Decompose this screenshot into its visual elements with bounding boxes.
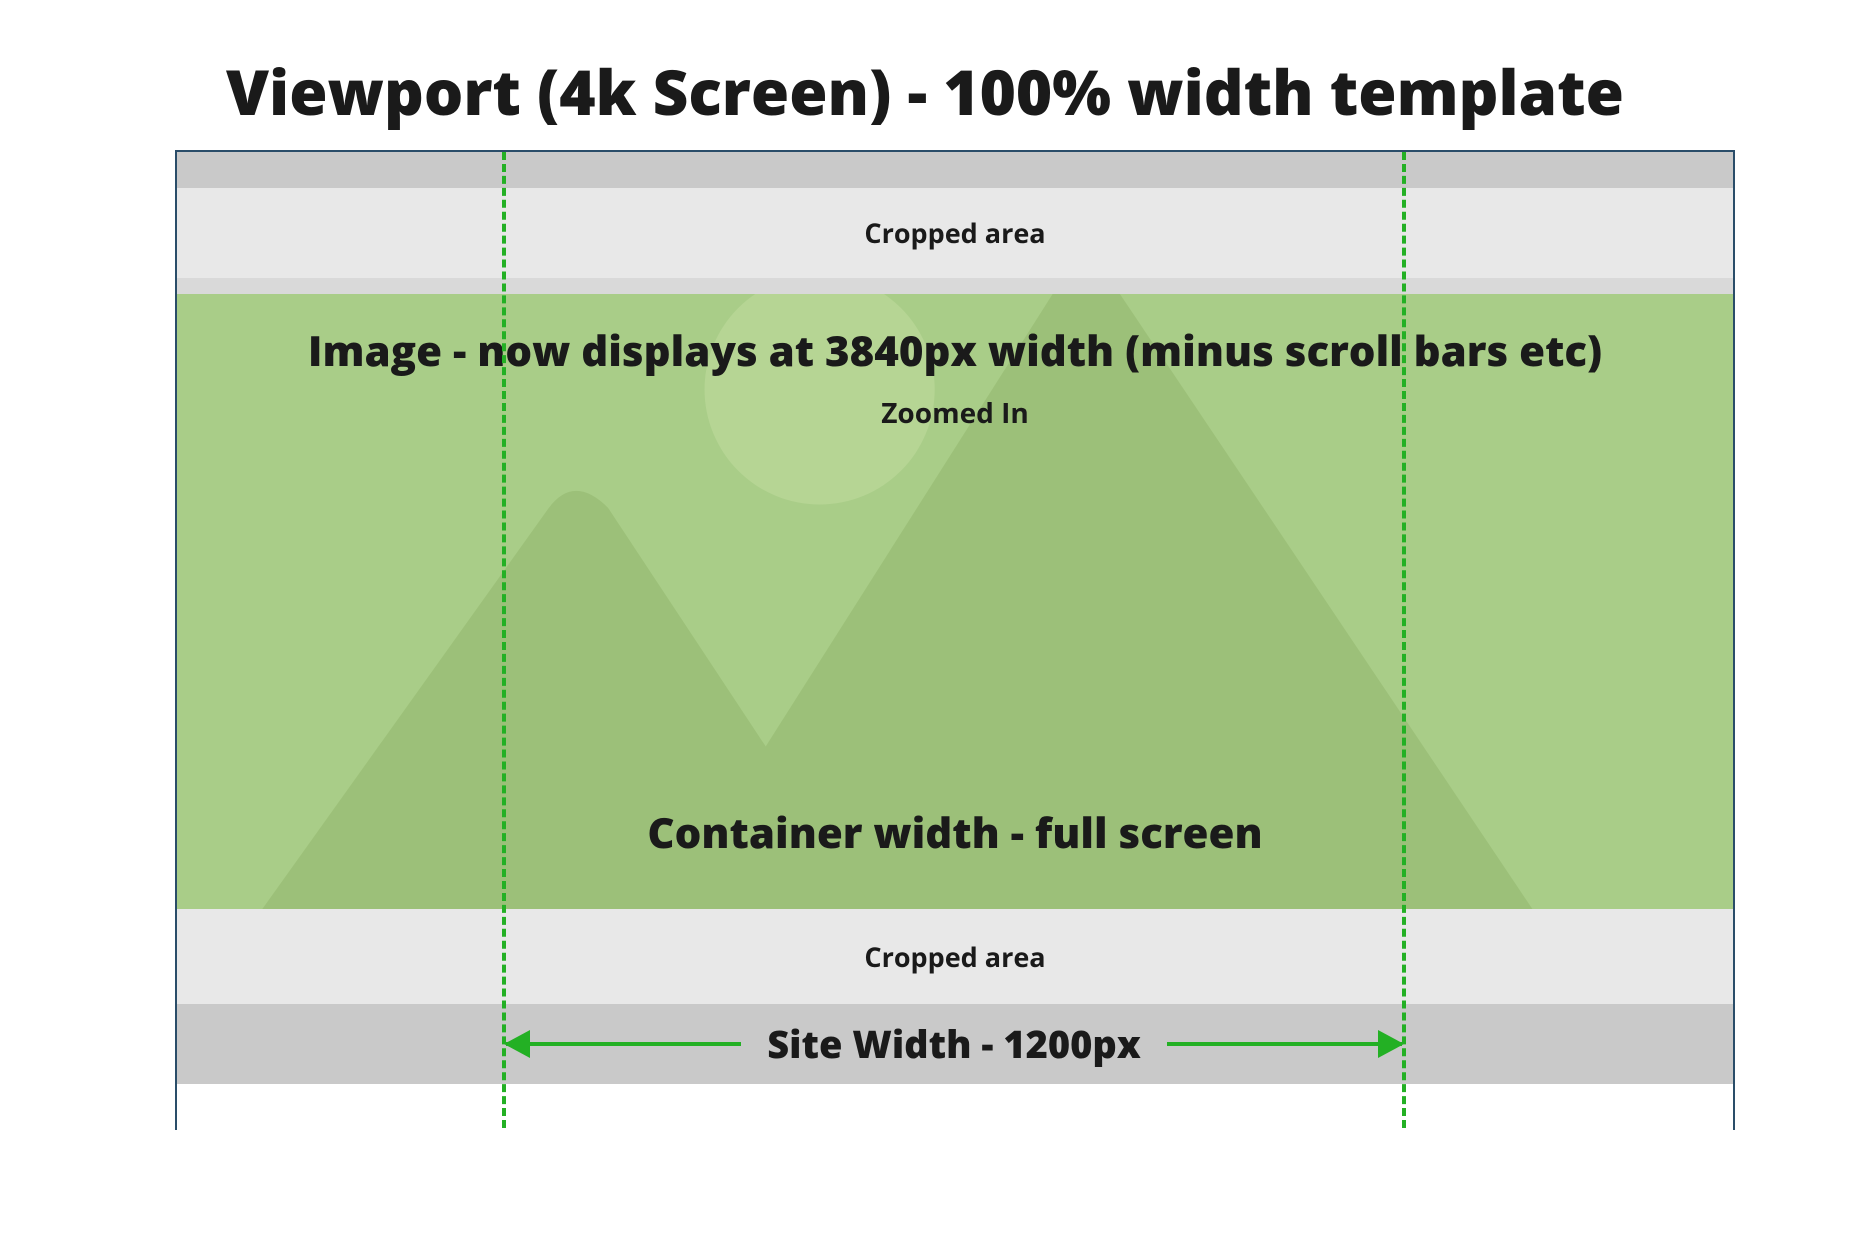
- band-bottom-white: [177, 1084, 1733, 1132]
- band-cropped-bottom: Cropped area: [177, 909, 1733, 1004]
- band-cropped-top: Cropped area: [177, 188, 1733, 278]
- site-width-label: Site Width - 1200px: [741, 1018, 1167, 1070]
- image-band: Image - now displays at 3840px width (mi…: [177, 294, 1733, 909]
- cropped-area-bottom-label: Cropped area: [864, 938, 1045, 975]
- image-width-caption: Image - now displays at 3840px width (mi…: [177, 322, 1733, 379]
- arrow-left-icon: [506, 1042, 741, 1046]
- band-top-thin: [177, 278, 1733, 294]
- zoomed-in-label: Zoomed In: [177, 394, 1733, 432]
- site-width-indicator: Site Width - 1200px: [506, 1004, 1402, 1084]
- diagram-title: Viewport (4k Screen) - 100% width templa…: [0, 50, 1850, 134]
- cropped-area-top-label: Cropped area: [864, 214, 1045, 251]
- site-width-guide-right: [1402, 152, 1406, 1128]
- band-top-dark: [177, 152, 1733, 188]
- arrow-right-icon: [1167, 1042, 1402, 1046]
- diagram-root: Viewport (4k Screen) - 100% width templa…: [0, 0, 1850, 1233]
- band-site-width: Site Width - 1200px: [177, 1004, 1733, 1084]
- container-width-label: Container width - full screen: [177, 804, 1733, 861]
- site-width-guide-left: [502, 152, 506, 1128]
- viewport-frame: Cropped area Image - now displays at 384…: [175, 150, 1735, 1130]
